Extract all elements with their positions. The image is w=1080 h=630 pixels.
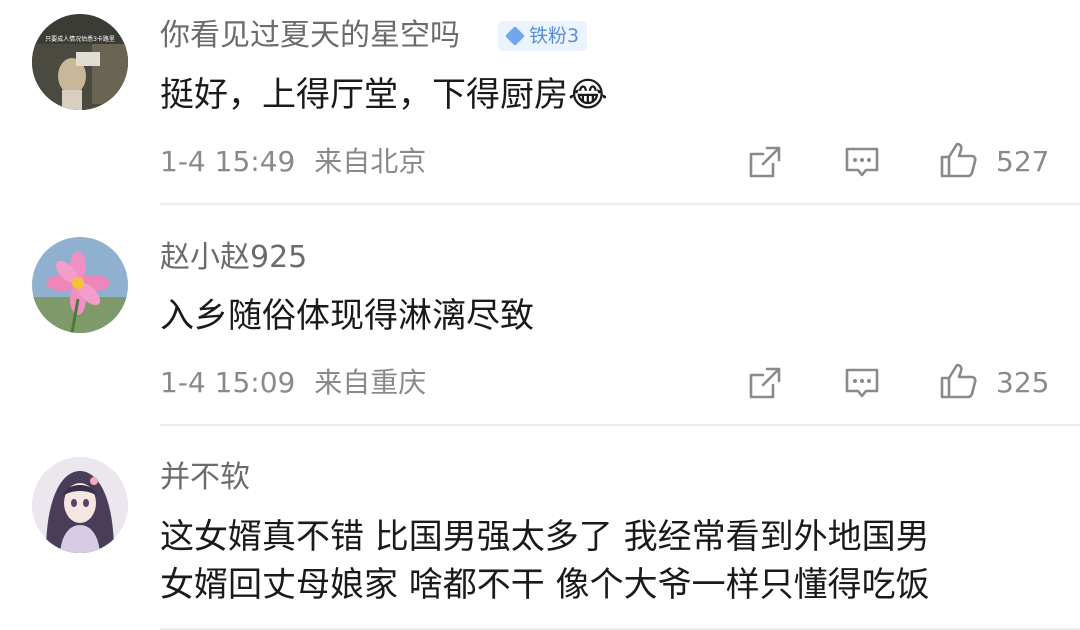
like-count: 325 <box>996 366 1050 399</box>
comment-text: 入乡随俗体现得淋漓尽致 <box>160 293 1040 339</box>
comment-item: 并不软 这女婿真不错 比国男强太多了 我经常看到外地国男 女婿回丈母娘家 啥都不… <box>0 425 1080 630</box>
username[interactable]: 赵小赵925 <box>160 238 307 278</box>
fan-badge[interactable]: 铁粉3 <box>498 21 588 51</box>
avatar[interactable] <box>32 457 128 553</box>
thumbs-up-icon[interactable] <box>938 361 978 401</box>
comment-text: 这女婿真不错 比国男强太多了 我经常看到外地国男 女婿回丈母娘家 啥都不干 像个… <box>160 513 1040 609</box>
comment-line: 挺好，上得厅堂，下得厨房 <box>160 75 568 115</box>
avatar[interactable] <box>32 237 128 333</box>
comment-line: 女婿回丈母娘家 啥都不干 像个大爷一样只懂得吃饭 <box>160 565 930 605</box>
thumbs-up-icon[interactable] <box>938 140 978 180</box>
location: 来自北京 <box>314 145 427 178</box>
share-icon[interactable] <box>745 142 785 182</box>
laughing-emoji: 😂 <box>568 75 608 115</box>
comment-line: 入乡随俗体现得淋漓尽致 <box>160 296 534 336</box>
comment-line: 这女婿真不错 比国男强太多了 我经常看到外地国男 <box>160 517 930 557</box>
comment-icon[interactable] <box>842 363 882 403</box>
avatar-image <box>32 237 128 333</box>
comment-meta: 1-4 15:49 来自北京 <box>160 142 426 182</box>
avatar-caption: 只要成人情况估悉3卡路里 <box>45 35 115 43</box>
avatar[interactable]: 只要成人情况估悉3卡路里 <box>32 14 128 110</box>
username[interactable]: 你看见过夏天的星空吗 <box>160 16 460 56</box>
comment-icon[interactable] <box>842 142 882 182</box>
like-count: 527 <box>996 145 1050 178</box>
diamond-icon <box>505 26 525 46</box>
comment-item: 赵小赵925 入乡随俗体现得淋漓尽致 1-4 15:09 来自重庆 325 <box>0 205 1080 426</box>
share-icon[interactable] <box>745 363 785 403</box>
comment-item: 只要成人情况估悉3卡路里 你看见过夏天的星空吗 铁粉3 挺好，上得厅堂，下得厨房… <box>0 0 1080 205</box>
avatar-image <box>32 457 128 553</box>
timestamp: 1-4 15:09 <box>160 366 296 399</box>
comment-text: 挺好，上得厅堂，下得厨房😂 <box>160 72 1040 118</box>
username[interactable]: 并不软 <box>160 458 250 498</box>
badge-label: 铁粉3 <box>529 25 580 47</box>
avatar-image: 只要成人情况估悉3卡路里 <box>32 14 128 110</box>
timestamp: 1-4 15:49 <box>160 145 296 178</box>
comment-meta: 1-4 15:09 来自重庆 <box>160 363 426 403</box>
location: 来自重庆 <box>314 366 427 399</box>
